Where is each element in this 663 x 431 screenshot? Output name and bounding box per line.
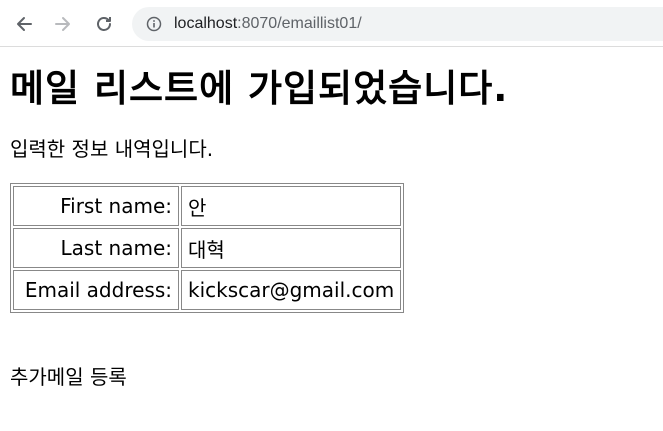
last-name-label: Last name:: [13, 228, 179, 268]
subscription-info-table: First name: 안 Last name: 대혁 Email addres…: [10, 183, 405, 313]
last-name-value: 대혁: [181, 228, 402, 268]
browser-toolbar: localhost:8070/emaillist01/: [0, 0, 663, 47]
address-bar[interactable]: localhost:8070/emaillist01/: [132, 7, 663, 41]
url-host: localhost: [174, 15, 238, 32]
url-text: localhost:8070/emaillist01/: [174, 15, 362, 33]
table-row: Email address: kickscar@gmail.com: [13, 270, 402, 310]
email-label: Email address:: [13, 270, 179, 310]
intro-text: 입력한 정보 내역입니다.: [10, 137, 214, 161]
table-row: Last name: 대혁: [13, 228, 402, 268]
back-icon[interactable]: [14, 14, 34, 34]
reload-icon[interactable]: [94, 14, 114, 34]
info-icon[interactable]: [146, 16, 162, 32]
page-content: 메일 리스트에 가입되었습니다. 입력한 정보 내역입니다. First nam…: [0, 63, 663, 390]
forward-icon[interactable]: [53, 14, 73, 34]
add-email-link[interactable]: 추가메일 등록: [10, 361, 127, 390]
page-heading: 메일 리스트에 가입되었습니다.: [10, 67, 509, 110]
url-path: :8070/emaillist01/: [237, 15, 362, 32]
table-row: First name: 안: [13, 186, 402, 226]
first-name-label: First name:: [13, 186, 179, 226]
email-value: kickscar@gmail.com: [181, 270, 402, 310]
first-name-value: 안: [181, 186, 402, 226]
